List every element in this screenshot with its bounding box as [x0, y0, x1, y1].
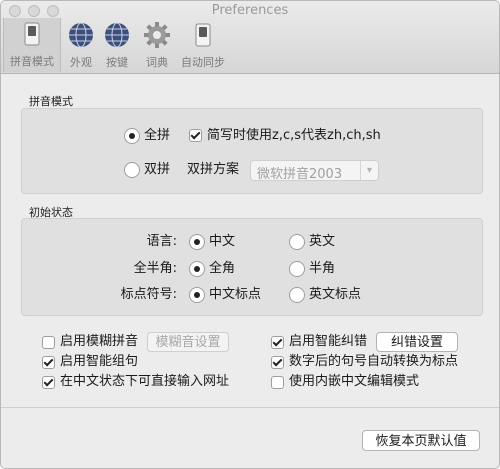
half-width-label: 半角 [309, 261, 336, 276]
switch-icon [24, 22, 40, 46]
width-mode-label: 全半角: [133, 261, 177, 276]
english-punctuation-radio[interactable] [289, 287, 305, 303]
period-convert-label: 数字后的句号自动转换为标点 [289, 354, 459, 369]
punctuation-label: 标点符号: [120, 287, 177, 302]
full-pinyin-label: 全拼 [144, 128, 171, 143]
language-english-radio[interactable] [289, 234, 305, 250]
initial-state-group: 语言: 中文 英文 全半角: 全角 半角 标点符号: 中文标点 英文标点 [21, 218, 483, 316]
inline-edit-label: 使用内嵌中文编辑模式 [289, 374, 420, 389]
title-bar: Preferences 拼音模式 外观 按键 词典 自动同步 [1, 1, 499, 74]
inline-edit-checkbox[interactable] [271, 376, 284, 389]
fuzzy-pinyin-checkbox[interactable] [42, 336, 55, 349]
fuzzy-pinyin-label: 启用模糊拼音 [60, 334, 139, 349]
full-width-radio[interactable] [189, 261, 205, 277]
scheme-select-value: 微软拼音2003 [257, 167, 343, 182]
scheme-label: 双拼方案 [187, 162, 240, 177]
preferences-window: Preferences 拼音模式 外观 按键 词典 自动同步 拼音模式 全拼 简… [0, 0, 500, 469]
pinyin-mode-group: 全拼 简写时使用z,c,s代表zh,ch,sh 双拼 双拼方案 微软拼音2003… [21, 108, 483, 194]
smart-group-label: 启用智能组句 [60, 354, 139, 369]
fuzzy-settings-button[interactable]: 模糊音设置 [147, 332, 229, 352]
gear-icon [144, 22, 170, 48]
english-punctuation-label: 英文标点 [309, 287, 362, 302]
smart-correct-checkbox[interactable] [271, 336, 284, 349]
switch-icon [195, 23, 211, 47]
footer-divider [1, 407, 499, 408]
correct-settings-button[interactable]: 纠错设置 [376, 332, 458, 352]
chinese-punctuation-radio[interactable] [189, 287, 205, 303]
globe-icon [105, 22, 129, 48]
smart-group-checkbox[interactable] [42, 356, 55, 369]
chevron-down-icon: ▾ [360, 161, 378, 180]
language-chinese-label: 中文 [209, 234, 236, 249]
half-width-radio[interactable] [289, 261, 305, 277]
full-pinyin-radio[interactable] [124, 128, 140, 144]
pinyin-mode-section-title: 拼音模式 [29, 95, 73, 108]
full-width-label: 全角 [209, 261, 236, 276]
toolbar-item-auto-sync[interactable]: 自动同步 [175, 19, 231, 71]
language-english-label: 英文 [309, 234, 336, 249]
window-title: Preferences [211, 3, 289, 18]
url-input-label: 在中文状态下可直接输入网址 [60, 374, 230, 389]
abbrev-checkbox-label: 简写时使用z,c,s代表zh,ch,sh [207, 128, 381, 143]
double-pinyin-radio[interactable] [124, 162, 140, 178]
abbrev-checkbox[interactable] [189, 129, 202, 142]
double-pinyin-label: 双拼 [144, 162, 171, 177]
restore-defaults-button[interactable]: 恢复本页默认值 [362, 430, 480, 451]
period-convert-checkbox[interactable] [271, 356, 284, 369]
chinese-punctuation-label: 中文标点 [209, 287, 262, 302]
url-input-checkbox[interactable] [42, 376, 55, 389]
smart-correct-label: 启用智能纠错 [289, 334, 368, 349]
language-label: 语言: [146, 234, 177, 249]
scheme-select[interactable]: 微软拼音2003 ▾ [250, 160, 379, 182]
language-chinese-radio[interactable] [189, 234, 205, 250]
